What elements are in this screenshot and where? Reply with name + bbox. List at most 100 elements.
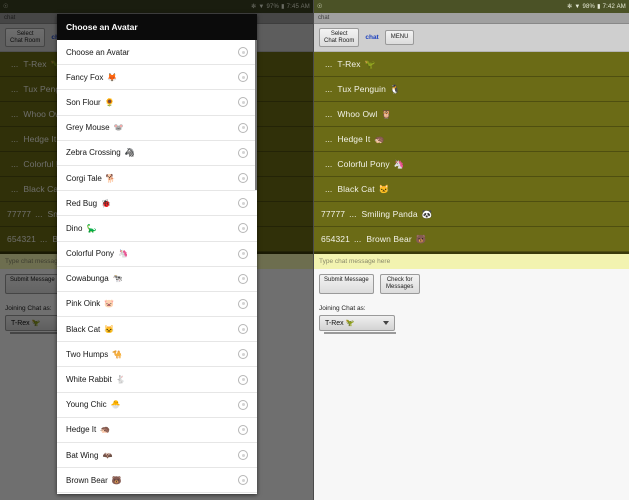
radio-button[interactable] (238, 450, 248, 461)
avatar-label-wrap: Cowabunga 🐄 (66, 274, 123, 283)
right-status-bar: ☉ ✻ ▼ 98% ▮ 7:42 AM (314, 0, 629, 13)
chat-row-dots: ... (325, 109, 333, 119)
avatar-label: Son Flour (66, 97, 101, 107)
list-item[interactable]: White Rabbit 🐇 (57, 367, 257, 393)
right-status-right: ✻ ▼ 98% ▮ 7:42 AM (567, 4, 626, 10)
menu-button[interactable]: MENU (384, 30, 415, 45)
avatar-emoji: 🐭 (113, 123, 124, 133)
list-item[interactable]: Pink Oink 🐷 (57, 292, 257, 318)
battery-percent: 98% (582, 3, 596, 10)
select-chat-room-button[interactable]: Select Chat Room (319, 27, 360, 48)
dialog-title: Choose an Avatar (57, 14, 257, 40)
chat-row-emoji: 🦉 (381, 108, 393, 119)
avatar-emoji: 🐣 (110, 400, 121, 410)
chat-row[interactable]: ... Tux Penguin 🐧 (314, 77, 629, 102)
right-chat-list: ... T-Rex 🦖 ... Tux Penguin 🐧 ... Whoo O… (314, 52, 629, 252)
avatar-emoji: 🌻 (104, 97, 115, 107)
chat-message-input[interactable]: Type chat message here (314, 252, 629, 269)
chat-row[interactable]: ... Hedge It 🦔 (314, 127, 629, 152)
right-status-left: ☉ (317, 4, 323, 10)
radio-button[interactable] (238, 173, 248, 184)
radio-button[interactable] (238, 223, 248, 234)
chat-row[interactable]: 77777 ... Smiling Panda 🐼 (314, 202, 629, 227)
radio-button[interactable] (238, 475, 248, 486)
radio-button[interactable] (238, 122, 248, 133)
chat-row[interactable]: 654321 ... Brown Bear 🐻 (314, 227, 629, 252)
dialog-scrollbar[interactable] (255, 40, 257, 190)
radio-button[interactable] (238, 374, 248, 385)
avatar-label-wrap: Brown Bear 🐻 (66, 476, 122, 485)
check-messages-button[interactable]: Check for Messages (379, 274, 420, 294)
avatar-select-wrap: T-Rex 🦖 (314, 314, 629, 334)
chat-row-emoji: 🦄 (393, 158, 405, 169)
list-item[interactable]: Grey Mouse 🐭 (57, 116, 257, 141)
list-item[interactable]: Choose an Avatar (57, 40, 257, 66)
list-item[interactable]: Cowabunga 🐄 (57, 267, 257, 292)
avatar-emoji: 🦓 (124, 148, 135, 158)
avatar-label-wrap: White Rabbit 🐇 (66, 375, 126, 384)
chat-tab-link[interactable]: chat (365, 34, 378, 41)
radio-button[interactable] (238, 349, 248, 360)
list-item[interactable]: Corgi Tale 🐕 (57, 166, 257, 192)
radio-button[interactable] (238, 147, 248, 158)
avatar-select[interactable]: T-Rex 🦖 (319, 314, 395, 331)
list-item[interactable]: Fancy Fox 🦊 (57, 65, 257, 91)
list-item[interactable]: Zebra Crossing 🦓 (57, 141, 257, 166)
avatar-label-wrap: Bat Wing 🦇 (66, 451, 112, 460)
avatar-label-wrap: Fancy Fox 🦊 (66, 73, 117, 82)
radio-button[interactable] (238, 248, 248, 259)
left-phone-panel: ☉ ✻ ▼ 97% ▮ 7:45 AM chat Select Chat Roo… (0, 0, 313, 500)
avatar-emoji: 🦊 (107, 72, 118, 82)
chat-row-emoji: 🐻 (415, 233, 427, 244)
select-underline (324, 331, 396, 334)
list-item[interactable]: Hedge It 🦔 (57, 418, 257, 443)
radio-button[interactable] (238, 72, 248, 83)
list-item[interactable]: Black Cat 🐱 (57, 317, 257, 343)
radio-button[interactable] (238, 47, 248, 58)
chat-row-emoji: 🦔 (374, 133, 386, 144)
radio-button[interactable] (238, 324, 248, 335)
list-item[interactable]: Brown Bear 🐻 (57, 468, 257, 494)
chat-row-dots: ... (325, 134, 333, 144)
avatar-label: Brown Bear (66, 475, 108, 485)
avatar-emoji: 🐷 (104, 299, 115, 309)
avatar-label: Pink Oink (66, 299, 101, 309)
chat-row-emoji: 🦖 (364, 58, 376, 69)
radio-button[interactable] (238, 298, 248, 309)
list-item[interactable]: Colorful Pony 🦄 (57, 242, 257, 267)
radio-button[interactable] (238, 424, 248, 435)
chat-row-emoji: 🐼 (421, 208, 433, 219)
list-item[interactable]: Young Chic 🐣 (57, 393, 257, 418)
avatar-option-list[interactable]: Choose an Avatar Fancy Fox 🦊 Son Flour 🌻… (57, 40, 257, 494)
avatar-emoji: 🐄 (112, 274, 123, 284)
chat-row[interactable]: ... Black Cat 🐱 (314, 177, 629, 202)
list-item[interactable]: Two Humps 🐪 (57, 342, 257, 368)
list-item[interactable]: Son Flour 🌻 (57, 90, 257, 116)
radio-button[interactable] (238, 97, 248, 108)
chat-row-name: Colorful Pony (337, 159, 390, 169)
avatar-label: Grey Mouse (66, 123, 110, 133)
avatar-emoji: 🦇 (102, 450, 113, 460)
right-action-row: Submit Message Check for Messages (314, 269, 629, 299)
chat-row-dots: ... (325, 184, 333, 194)
right-toolbar: Select Chat Room chat MENU (314, 24, 629, 52)
chat-row[interactable]: ... Colorful Pony 🦄 (314, 152, 629, 177)
radio-button[interactable] (238, 198, 248, 209)
avatar-label: Black Cat (66, 324, 101, 334)
avatar-label: Hedge It (66, 425, 97, 435)
list-item[interactable]: Red Bug 🐞 (57, 191, 257, 217)
chat-row[interactable]: ... T-Rex 🦖 (314, 52, 629, 77)
chat-row-dots: ... (349, 209, 357, 219)
chat-row-name: Brown Bear (366, 234, 412, 244)
chat-row-name: Black Cat (337, 184, 375, 194)
radio-button[interactable] (238, 399, 248, 410)
chat-row-name: T-Rex (337, 59, 361, 69)
avatar-label: Young Chic (66, 400, 107, 410)
radio-button[interactable] (238, 273, 248, 284)
avatar-label-wrap: Hedge It 🦔 (66, 425, 110, 434)
submit-message-button[interactable]: Submit Message (319, 274, 374, 294)
chat-row[interactable]: ... Whoo Owl 🦉 (314, 102, 629, 127)
avatar-label-wrap: Young Chic 🐣 (66, 400, 121, 409)
list-item[interactable]: Dino 🦕 (57, 216, 257, 242)
list-item[interactable]: Bat Wing 🦇 (57, 443, 257, 469)
